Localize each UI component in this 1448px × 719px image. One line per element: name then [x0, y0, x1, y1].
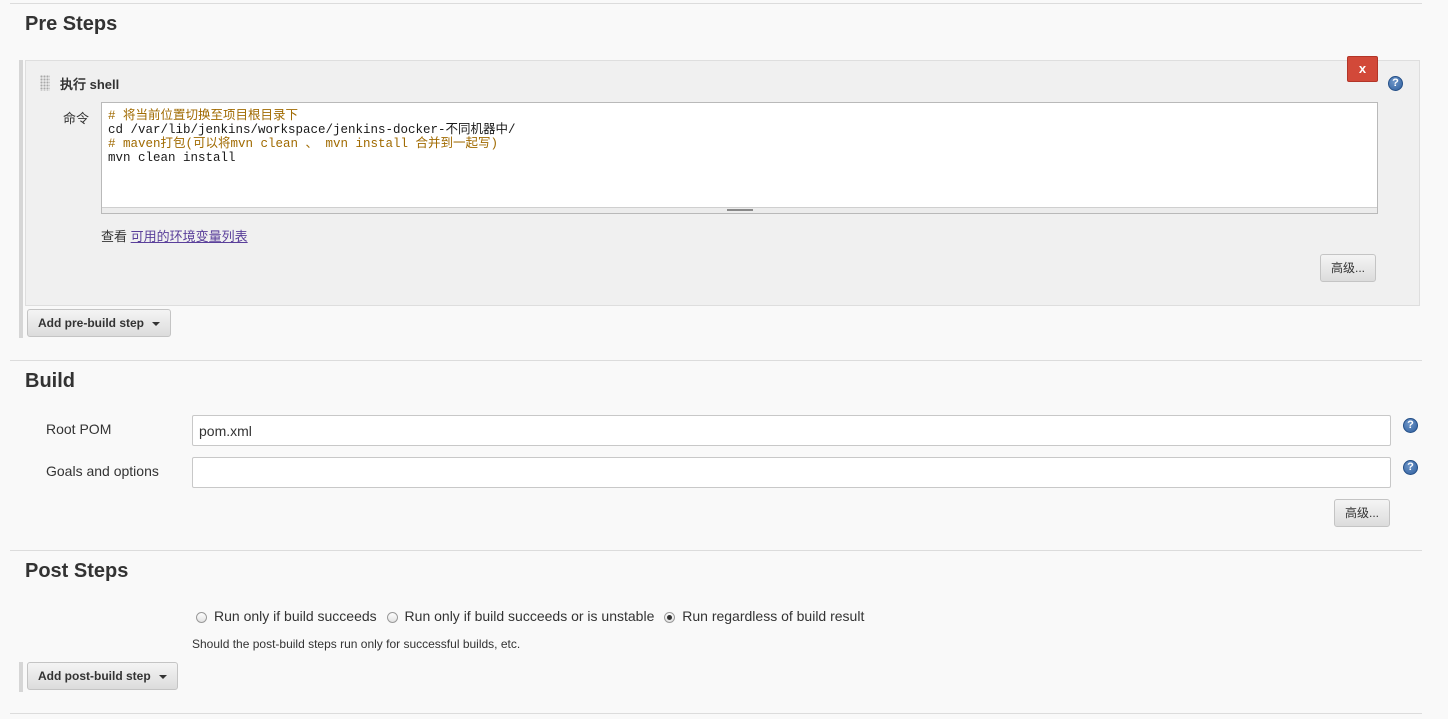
command-line: # maven打包(可以将mvn clean 、 mvn install 合并到…	[108, 137, 499, 151]
command-textarea[interactable]: # 将当前位置切换至项目根目录下 cd /var/lib/jenkins/wor…	[101, 102, 1378, 214]
post-steps-title: Post Steps	[25, 560, 129, 582]
radio-label: Run regardless of build result	[682, 608, 865, 624]
shell-advanced-button[interactable]: 高级...	[1320, 254, 1376, 282]
close-icon: x	[1358, 61, 1367, 76]
top-divider	[10, 3, 1422, 4]
radio-label: Run only if build succeeds	[214, 608, 377, 624]
section-divider	[10, 360, 1422, 361]
add-post-build-step-label: Add post-build step	[38, 669, 151, 683]
caret-down-icon	[158, 674, 167, 679]
env-vars-prefix: 查看	[101, 229, 128, 244]
pre-steps-leftbar	[19, 60, 23, 338]
add-pre-build-step-label: Add pre-build step	[38, 316, 144, 330]
caret-down-icon	[152, 321, 160, 326]
post-steps-hint: Should the post-build steps run only for…	[192, 637, 521, 651]
command-label: 命令	[63, 111, 90, 126]
radio-option[interactable]: Run regardless of build result	[664, 608, 864, 624]
command-line: mvn clean install	[108, 151, 236, 165]
shell-step-panel: 执行 shell x ? 命令 # 将当前位置切换至项目根目录下 cd /var…	[25, 56, 1420, 306]
drag-handle-icon[interactable]	[40, 75, 50, 91]
post-steps-leftbar	[19, 662, 23, 692]
env-vars-line: 查看 可用的环境变量列表	[101, 226, 248, 245]
goals-input[interactable]	[192, 457, 1391, 488]
build-advanced-button[interactable]: 高级...	[1334, 499, 1390, 527]
root-pom-input[interactable]	[192, 415, 1391, 446]
post-steps-radio-group: Run only if build succeeds Run only if b…	[196, 608, 870, 624]
env-vars-link[interactable]: 可用的环境变量列表	[131, 229, 248, 244]
build-title: Build	[25, 370, 75, 392]
add-pre-build-step-button[interactable]: Add pre-build step	[27, 309, 171, 337]
help-icon[interactable]: ?	[1403, 460, 1418, 475]
radio-button[interactable]	[386, 612, 398, 623]
delete-step-button[interactable]: x	[1347, 56, 1378, 82]
root-pom-label: Root POM	[46, 421, 112, 437]
radio-button[interactable]	[196, 612, 207, 623]
radio-label: Run only if build succeeds or is unstabl…	[404, 608, 655, 624]
textarea-resize-handle[interactable]	[102, 207, 1377, 213]
radio-button[interactable]	[664, 612, 676, 623]
bottom-divider	[10, 713, 1422, 714]
section-divider	[10, 550, 1422, 551]
command-code: # 将当前位置切换至项目根目录下 cd /var/lib/jenkins/wor…	[108, 109, 516, 165]
radio-option[interactable]: Run only if build succeeds or is unstabl…	[386, 608, 655, 624]
add-post-build-step-button[interactable]: Add post-build step	[27, 662, 178, 690]
help-icon[interactable]: ?	[1388, 76, 1403, 91]
pre-steps-title: Pre Steps	[25, 13, 118, 35]
shell-step-title: 执行 shell	[60, 77, 120, 92]
goals-label: Goals and options	[46, 463, 159, 479]
radio-option[interactable]: Run only if build succeeds	[196, 608, 377, 624]
command-line: # 将当前位置切换至项目根目录下	[108, 109, 299, 123]
command-line: cd /var/lib/jenkins/workspace/jenkins-do…	[108, 123, 516, 137]
help-icon[interactable]: ?	[1403, 418, 1418, 433]
